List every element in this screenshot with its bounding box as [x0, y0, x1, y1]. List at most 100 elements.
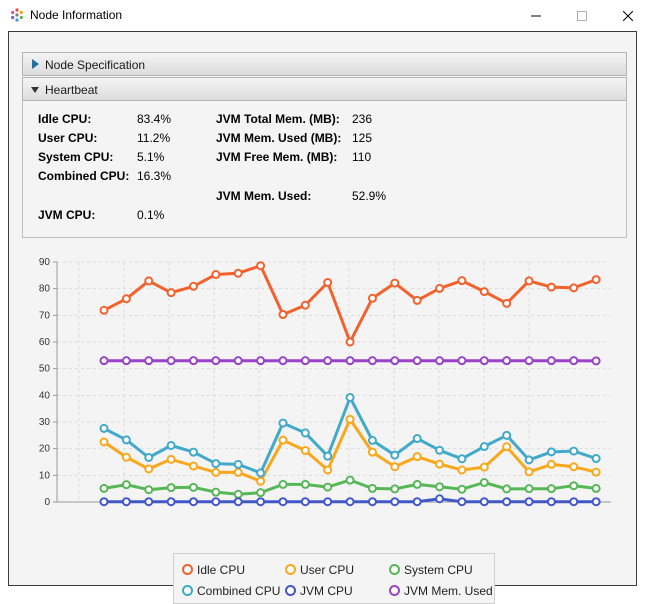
- data-point: [190, 463, 197, 470]
- data-point: [481, 498, 488, 505]
- data-point: [212, 357, 219, 364]
- data-point: [123, 454, 130, 461]
- data-point: [302, 498, 309, 505]
- window-title: Node Information: [30, 8, 122, 22]
- data-point: [481, 443, 488, 450]
- data-point: [279, 357, 286, 364]
- data-point: [570, 284, 577, 291]
- data-point: [548, 485, 555, 492]
- data-point: [503, 443, 510, 450]
- data-point: [548, 284, 555, 291]
- data-point: [391, 357, 398, 364]
- y-tick-label: 80: [39, 284, 51, 295]
- data-point: [212, 489, 219, 496]
- data-point: [145, 498, 152, 505]
- data-point: [391, 452, 398, 459]
- data-point: [123, 481, 130, 488]
- data-point: [190, 484, 197, 491]
- data-point: [123, 295, 130, 302]
- data-point: [324, 453, 331, 460]
- data-point: [347, 477, 354, 484]
- y-tick-label: 60: [39, 337, 51, 348]
- data-point: [212, 271, 219, 278]
- data-point: [324, 498, 331, 505]
- data-point: [548, 357, 555, 364]
- data-point: [235, 357, 242, 364]
- data-point: [235, 461, 242, 468]
- data-point: [570, 463, 577, 470]
- legend-label: JVM CPU: [300, 584, 353, 598]
- maximize-icon: [577, 11, 587, 21]
- data-point: [593, 455, 600, 462]
- data-point: [324, 357, 331, 364]
- data-point: [414, 297, 421, 304]
- data-point: [101, 307, 108, 314]
- data-point: [168, 357, 175, 364]
- data-point: [436, 447, 443, 454]
- data-point: [526, 498, 533, 505]
- data-point: [414, 357, 421, 364]
- minimize-icon: [531, 11, 541, 21]
- data-point: [101, 498, 108, 505]
- data-point: [190, 449, 197, 456]
- data-point: [458, 357, 465, 364]
- y-tick-label: 20: [39, 444, 51, 455]
- y-tick-label: 30: [39, 417, 51, 428]
- data-point: [414, 453, 421, 460]
- data-point: [548, 448, 555, 455]
- chart-legend: Idle CPU User CPU System CPU Combined CP…: [173, 553, 495, 604]
- legend-label: JVM Mem. Used: [404, 584, 493, 598]
- data-point: [526, 456, 533, 463]
- data-point: [526, 485, 533, 492]
- data-point: [324, 484, 331, 491]
- data-point: [347, 498, 354, 505]
- data-point: [391, 280, 398, 287]
- data-point: [369, 485, 376, 492]
- data-point: [145, 486, 152, 493]
- data-point: [101, 357, 108, 364]
- y-tick-label: 90: [39, 257, 51, 268]
- data-point: [391, 463, 398, 470]
- data-point: [414, 481, 421, 488]
- data-point: [458, 277, 465, 284]
- close-button[interactable]: [605, 0, 651, 31]
- data-point: [436, 483, 443, 490]
- data-point: [101, 485, 108, 492]
- data-point: [302, 429, 309, 436]
- data-point: [101, 425, 108, 432]
- data-point: [369, 357, 376, 364]
- data-point: [503, 432, 510, 439]
- data-point: [503, 498, 510, 505]
- data-point: [526, 357, 533, 364]
- data-point: [481, 464, 488, 471]
- data-point: [257, 498, 264, 505]
- data-point: [593, 357, 600, 364]
- content-panel: Node Specification Heartbeat Idle CPU: 8…: [8, 31, 637, 586]
- data-point: [168, 498, 175, 505]
- data-point: [347, 339, 354, 346]
- data-point: [168, 484, 175, 491]
- data-point: [570, 357, 577, 364]
- legend-marker-icon: [182, 585, 193, 596]
- y-tick-label: 40: [39, 390, 51, 401]
- minimize-button[interactable]: [513, 0, 559, 31]
- data-point: [593, 469, 600, 476]
- data-point: [593, 498, 600, 505]
- data-point: [347, 357, 354, 364]
- data-point: [168, 289, 175, 296]
- data-point: [436, 357, 443, 364]
- maximize-button[interactable]: [559, 0, 605, 31]
- data-point: [526, 468, 533, 475]
- data-point: [279, 481, 286, 488]
- data-point: [593, 485, 600, 492]
- app-logo-icon: [10, 8, 24, 22]
- data-point: [257, 357, 264, 364]
- data-point: [145, 277, 152, 284]
- data-point: [481, 479, 488, 486]
- data-point: [570, 448, 577, 455]
- data-point: [123, 436, 130, 443]
- data-point: [503, 485, 510, 492]
- data-point: [302, 447, 309, 454]
- data-point: [548, 498, 555, 505]
- data-point: [458, 455, 465, 462]
